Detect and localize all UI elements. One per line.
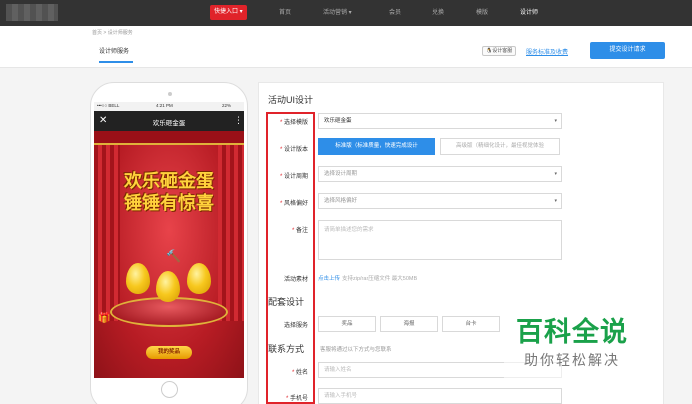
sub-header: 首页 > 设计师服务 设计师服务 🐧设计客服 服务标准及收费 提交设计请求 (0, 26, 692, 68)
chevron-down-icon: ▾ (554, 198, 557, 204)
upload-hint: 支持zip/rar压缩文件 最大50MB (342, 276, 418, 282)
phone-status-bar: •••○○ BELL 4:21 PM 22% (94, 102, 244, 111)
nav-exchange[interactable]: 兑换 (432, 0, 444, 26)
version-premium-option[interactable]: 高级版（精细化设计，最佳视觉体验 (440, 138, 560, 155)
nav-home[interactable]: 首页 (279, 0, 291, 26)
nav-marketing[interactable]: 活动营销 ▾ (323, 0, 352, 26)
game-headline: 欢乐砸金蛋 锤锤有惊喜 (124, 171, 214, 214)
curtain-valance (94, 131, 244, 145)
annotation-highlight-box (266, 112, 315, 404)
more-icon[interactable]: ⋮ (234, 115, 243, 126)
upload-link[interactable]: 点击上传 (318, 274, 340, 282)
version-standard-option[interactable]: 标准版（标准质量，快速完成设计 (318, 138, 435, 155)
service-option-prize[interactable]: 奖品 (318, 316, 376, 332)
quick-entry-button[interactable]: 快捷入口 ▾ (210, 5, 247, 20)
service-standard-link[interactable]: 服务标准及收费 (526, 47, 568, 56)
watermark-subtitle: 助你轻松解决 (524, 353, 620, 369)
golden-egg-1[interactable] (126, 263, 150, 294)
gift-icon: 🎁 (98, 313, 111, 324)
breadcrumb: 首页 > 设计师服务 (92, 30, 133, 36)
nav-member[interactable]: 会员 (389, 0, 401, 26)
cycle-select[interactable]: 选择设计周期 ▾ (318, 166, 562, 182)
phone-preview: •••○○ BELL 4:21 PM 22% ✕ 欢乐砸金蛋 ⋮ 欢乐砸金蛋 锤… (90, 82, 248, 404)
service-option-card[interactable]: 台卡 (442, 316, 500, 332)
phone-input[interactable]: 请输入手机号 (318, 388, 562, 404)
nav-template[interactable]: 模版 (476, 0, 488, 26)
phone-screen: •••○○ BELL 4:21 PM 22% ✕ 欢乐砸金蛋 ⋮ 欢乐砸金蛋 锤… (94, 102, 244, 378)
remark-textarea[interactable]: 请简单描述您的需求 (318, 220, 562, 260)
section-title-activity-ui: 活动UI设计 (268, 95, 314, 105)
tab-designer-service[interactable]: 设计师服务 (99, 46, 129, 55)
chevron-down-icon: ▾ (554, 118, 557, 124)
site-logo[interactable] (6, 4, 58, 21)
phone-app-title: 欢乐砸金蛋 (152, 120, 186, 127)
my-prize-button[interactable]: 我的奖品 (146, 346, 192, 359)
contact-hint: 客服将通过以下方式与您联系 (320, 347, 392, 353)
chevron-down-icon: ▾ (554, 171, 557, 177)
watermark-title: 百科全说 (516, 317, 628, 348)
qq-service-button[interactable]: 🐧设计客服 (482, 46, 517, 56)
curtain-left (94, 131, 120, 321)
active-tab-indicator (99, 61, 133, 63)
phone-app-bar: ✕ 欢乐砸金蛋 ⋮ (94, 111, 244, 131)
hammer-icon: 🔨 (166, 249, 181, 263)
phone-home-button (161, 381, 178, 398)
template-select[interactable]: 欢乐砸金蛋 ▾ (318, 113, 562, 129)
service-option-poster[interactable]: 海报 (380, 316, 438, 332)
golden-egg-3[interactable] (187, 263, 211, 294)
golden-egg-2[interactable] (156, 271, 180, 302)
submit-design-request-button[interactable]: 提交设计请求 (590, 42, 665, 59)
style-select[interactable]: 选择风格偏好 ▾ (318, 193, 562, 209)
top-navbar: 快捷入口 ▾ 首页 活动营销 ▾ 会员 兑换 模版 设计师 (0, 0, 692, 26)
curtain-right (218, 131, 244, 321)
phone-camera (168, 92, 172, 96)
nav-designer[interactable]: 设计师 (520, 0, 538, 26)
game-stage: 欢乐砸金蛋 锤锤有惊喜 🔨 🎁 我的奖品 (94, 131, 244, 378)
